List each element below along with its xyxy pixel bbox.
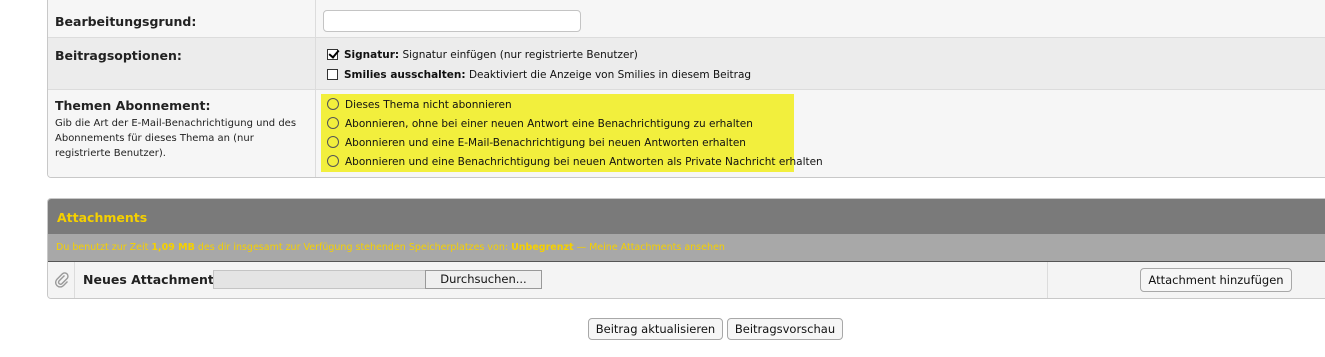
attachments-quota-bar: Du benutzt zur Zeit 1,09 MB des dir insg… [48, 234, 1325, 261]
browse-button[interactable]: Durchsuchen... [425, 270, 542, 289]
subscription-row: Themen Abonnement: Gib die Art der E-Mai… [48, 90, 1325, 177]
smilies-title: Smilies ausschalten: [344, 69, 466, 81]
file-path-field[interactable] [213, 270, 426, 289]
attachments-panel: Attachments Du benutzt zur Zeit 1,09 MB … [47, 198, 1325, 299]
smilies-option[interactable]: Smilies ausschalten: Deaktiviert die Anz… [327, 69, 751, 81]
subscription-option-no-notify[interactable]: Abonnieren, ohne bei einer neuen Antwort… [327, 117, 753, 130]
subscription-label: Themen Abonnement: [55, 98, 211, 113]
post-options-label: Beitragsoptionen: [55, 48, 182, 63]
update-post-button[interactable]: Beitrag aktualisieren [588, 318, 723, 340]
subscription-option-none[interactable]: Dieses Thema nicht abonnieren [327, 98, 512, 111]
attachments-header: Attachments [48, 199, 1325, 234]
subscription-options-highlight: Dieses Thema nicht abonnieren Abonnieren… [321, 94, 823, 172]
post-options-row: Beitragsoptionen: Signatur: Signatur ein… [48, 38, 1325, 90]
smilies-desc: Deaktiviert die Anzeige von Smilies in d… [468, 69, 752, 81]
add-attachment-button[interactable]: Attachment hinzufügen [1140, 268, 1292, 292]
preview-post-button[interactable]: Beitragsvorschau [727, 318, 843, 340]
radio-button[interactable] [327, 98, 339, 110]
signature-desc: Signatur einfügen (nur registrierte Benu… [402, 49, 638, 61]
signature-checkbox[interactable] [327, 49, 338, 60]
new-attachment-row: Neues Attachment: Durchsuchen... Attachm… [48, 261, 1325, 298]
signature-option[interactable]: Signatur: Signatur einfügen (nur registr… [327, 49, 638, 61]
attachments-title: Attachments [57, 210, 148, 225]
subscription-option-email[interactable]: Abonnieren und eine E-Mail-Benachrichtig… [327, 136, 746, 149]
my-attachments-link[interactable]: — Meine Attachments ansehen [574, 242, 725, 253]
smilies-checkbox[interactable] [327, 69, 338, 80]
radio-button[interactable] [327, 136, 339, 148]
subscription-option-pm[interactable]: Abonnieren und eine Benachrichtigung bei… [327, 155, 823, 168]
radio-button[interactable] [327, 155, 339, 167]
post-options-panel: Bearbeitungsgrund: Beitragsoptionen: Sig… [47, 0, 1325, 178]
new-attachment-label: Neues Attachment: [83, 272, 219, 287]
radio-button[interactable] [327, 117, 339, 129]
edit-reason-label: Bearbeitungsgrund: [55, 14, 197, 29]
subscription-description: Gib die Art der E-Mail-Benachrichtigung … [55, 118, 297, 159]
signature-title: Signatur: [344, 49, 400, 61]
edit-reason-row: Bearbeitungsgrund: [48, 0, 1325, 38]
edit-reason-input[interactable] [323, 10, 581, 32]
paperclip-icon [55, 272, 69, 288]
quota-used: 1,09 MB [151, 242, 195, 253]
quota-limit: Unbegrenzt [511, 242, 574, 253]
attachments-quota-text: Du benutzt zur Zeit 1,09 MB des dir insg… [56, 242, 725, 253]
